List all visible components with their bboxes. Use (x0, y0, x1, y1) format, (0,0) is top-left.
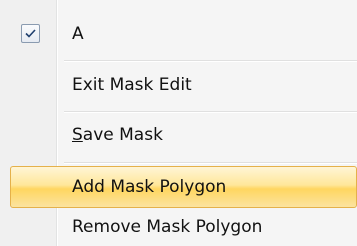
menu-item-label-rest: ave Mask (82, 125, 163, 145)
menu-item-exit-mask-edit[interactable]: Exit Mask Edit (0, 64, 357, 106)
menu-item-label: A (72, 24, 84, 44)
menu-item-label: Remove Mask Polygon (72, 217, 263, 237)
menu-item-save-mask[interactable]: Save Mask (0, 114, 357, 156)
menu-separator (64, 111, 357, 113)
menu-separator (64, 60, 357, 62)
access-key: S (72, 125, 83, 145)
menu-item-label: Save Mask (72, 114, 163, 156)
menu-item-label: Add Mask Polygon (72, 177, 227, 197)
menu-item-remove-mask-polygon[interactable]: Remove Mask Polygon (0, 206, 357, 246)
menu-item-add-mask-polygon[interactable]: Add Mask Polygon (0, 166, 357, 208)
checkmark-icon (21, 24, 40, 43)
menu-item-a[interactable]: A (0, 13, 357, 55)
menu-separator (64, 162, 357, 164)
context-menu: A Exit Mask Edit Save Mask Add Mask Poly… (0, 0, 357, 246)
menu-item-label: Exit Mask Edit (72, 75, 192, 95)
